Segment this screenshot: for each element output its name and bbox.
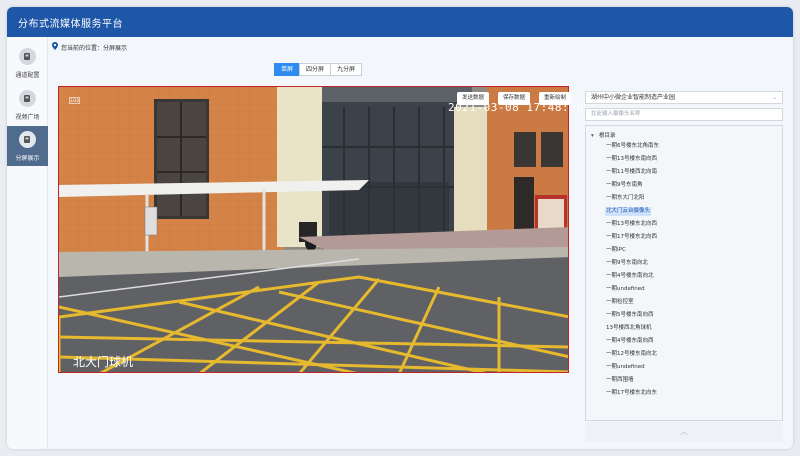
sidebar-item-label: 视频广场 — [15, 114, 40, 121]
tree-node[interactable]: 一期东大门北阳 — [605, 194, 646, 203]
location-pin-icon — [52, 42, 58, 50]
site-select-value: 湖州中小微企业智能制造产业园 — [591, 94, 676, 101]
redraw-button[interactable]: 重新绘制 — [539, 92, 572, 105]
tab-single-screen[interactable]: 单屏 — [274, 63, 301, 76]
camera-icon — [19, 48, 36, 65]
tree-node[interactable]: 一期检控室 — [605, 298, 635, 307]
video-player[interactable] — [58, 86, 569, 373]
tree-node[interactable]: 一期4号楼东南向北 — [605, 272, 655, 281]
tree-node[interactable]: 一期13号楼东北向西 — [605, 220, 658, 229]
tree-node[interactable]: 13号楼西北角球机 — [605, 324, 653, 333]
tree-node[interactable]: 一期9号东南向北 — [605, 259, 649, 268]
camera-icon — [19, 90, 36, 107]
chevron-up-icon: ︿ — [680, 427, 688, 436]
tree-node[interactable]: 一期undefined — [605, 363, 646, 372]
tree-node[interactable]: 一期4号楼东南向西 — [605, 337, 655, 346]
top-bar: 分布式流媒体服务平台 — [7, 7, 793, 37]
send-data-button[interactable]: 发送数据 — [457, 92, 490, 105]
layout-tabs: 单屏 四分屏 九分屏 — [274, 63, 363, 76]
tree-node[interactable]: 一期5号楼东南向西 — [605, 311, 655, 320]
sidebar-item-video-square[interactable]: 视频广场 — [7, 85, 48, 125]
tree-root[interactable]: ▾ 根目录 — [591, 131, 616, 139]
tree-node[interactable]: 一期11号楼西北向南 — [605, 168, 658, 177]
camera-icon — [19, 131, 36, 148]
tree-node[interactable]: 一期IPC — [605, 246, 627, 255]
sidebar-item-split-screen[interactable]: 分屏展示 — [7, 126, 48, 166]
tree-node[interactable]: 一期13号楼东南向西 — [605, 155, 658, 164]
tree-node[interactable]: 一期undefined — [605, 285, 646, 294]
tree-node[interactable]: 一期17号楼东北向东 — [605, 389, 658, 398]
sidebar-item-label: 分屏展示 — [15, 155, 40, 162]
sidebar-item-label: 通道配置 — [15, 72, 40, 79]
tree-root-label: 根目录 — [599, 133, 616, 139]
camera-search-input[interactable]: 在此输入摄像头名称 — [585, 108, 783, 121]
chevron-down-icon: ⌄ — [771, 94, 777, 101]
tree-node[interactable]: 一期西围墙 — [605, 376, 635, 385]
site-select[interactable]: 湖州中小微企业智能制造产业园 ⌄ — [585, 91, 783, 104]
tab-nine-screen[interactable]: 九分屏 — [330, 63, 363, 76]
camera-feed — [59, 87, 568, 372]
tree-node[interactable]: 一期12号楼东南向北 — [605, 350, 658, 359]
save-data-button[interactable]: 保存数据 — [498, 92, 531, 105]
breadcrumb-text: 您当前的位置：分屏展示 — [61, 45, 128, 52]
tree-node[interactable]: 一期17号楼东北向西 — [605, 233, 658, 242]
app-title: 分布式流媒体服务平台 — [18, 19, 123, 30]
camera-tree: ▾ 根目录 一期6号楼东北角南东 一期13号楼东南向西 一期11号楼西北向南 一期… — [585, 125, 783, 421]
collapse-panel-button[interactable]: ︿ — [585, 422, 783, 442]
caret-down-icon: ▾ — [591, 133, 594, 139]
tree-node-selected[interactable]: 北大门云台摄像头 — [605, 207, 652, 216]
tab-four-screen[interactable]: 四分屏 — [299, 63, 332, 76]
tree-node[interactable]: 一期6号楼东北角南东 — [605, 142, 660, 151]
camera-panel: 湖州中小微企业智能制造产业园 ⌄ 在此输入摄像头名称 ▾ 根目录 一期6号楼东北角… — [585, 91, 783, 421]
sidebar: 通道配置 视频广场 分屏展示 — [7, 37, 48, 449]
channel-indicator: 1/20 — [69, 97, 80, 104]
osd-camera-name: 北大门球机 — [73, 355, 134, 369]
tree-node[interactable]: 一期9号东南角 — [605, 181, 644, 190]
sidebar-item-channel-config[interactable]: 通道配置 — [7, 43, 48, 83]
